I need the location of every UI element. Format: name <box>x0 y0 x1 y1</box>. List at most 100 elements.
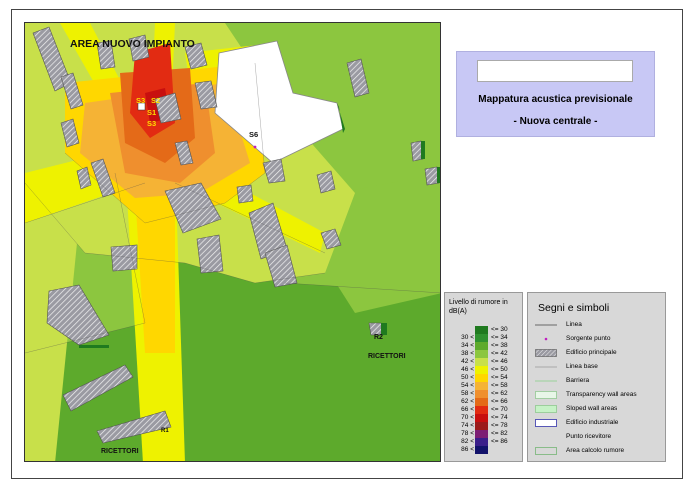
noise-scale-row: 74 < <= 78 <box>445 422 524 430</box>
noise-scale-lower-bound: 50 < <box>461 374 474 381</box>
noise-scale-swatch <box>475 430 488 438</box>
receivers-label-east: RICETTORI <box>368 353 406 360</box>
base-line-icon <box>535 363 557 371</box>
noise-scale-row: <= 30 <box>445 326 524 334</box>
noise-scale-swatch <box>475 326 488 334</box>
noise-scale-lower-bound: 38 < <box>461 350 474 357</box>
noise-scale-upper-bound: <= 66 <box>491 398 508 405</box>
noise-scale-upper-bound: <= 74 <box>491 414 508 421</box>
noise-scale-lower-bound: 58 < <box>461 390 474 397</box>
symbol-row: Edificio industriale <box>535 417 665 429</box>
noise-scale-lower-bound: 62 < <box>461 398 474 405</box>
noise-scale-lower-bound: 86 < <box>461 446 474 453</box>
noise-scale-swatch <box>475 374 488 382</box>
title-box: Mappatura acustica previsionale - Nuova … <box>456 51 655 137</box>
noise-scale-row: 78 < <= 82 <box>445 430 524 438</box>
noise-scale-lower-bound: 54 < <box>461 382 474 389</box>
calculation-area-icon <box>535 447 557 455</box>
symbol-label: Area calcolo rumore <box>566 447 625 454</box>
title-blank-field <box>477 60 633 82</box>
industrial-building-icon <box>535 419 557 427</box>
noise-map: AREA NUOVO IMPIANTO S3 S2 S1 S3 S6 R2 RI… <box>24 22 441 462</box>
noise-scale-swatch <box>475 342 488 350</box>
noise-scale-row: 58 < <= 62 <box>445 390 524 398</box>
receiver-label-r2: R2 <box>374 334 383 341</box>
noise-scale-row: 42 < <= 46 <box>445 358 524 366</box>
receiver-point-icon <box>535 433 557 441</box>
noise-scale-swatch <box>475 334 488 342</box>
line-icon <box>535 321 557 329</box>
noise-scale-lower-bound: 70 < <box>461 414 474 421</box>
noise-scale-upper-bound: <= 50 <box>491 366 508 373</box>
source-label-s2: S2 <box>151 96 161 105</box>
noise-scale-swatch <box>475 398 488 406</box>
noise-scale-lower-bound: 34 < <box>461 342 474 349</box>
noise-scale-swatch <box>475 358 488 366</box>
noise-scale-row: 62 < <= 66 <box>445 398 524 406</box>
area-label: AREA NUOVO IMPIANTO <box>70 38 195 50</box>
symbol-label: Sorgente punto <box>566 335 611 342</box>
source-label-s1: S1 <box>147 108 157 117</box>
noise-scale-row: 30 < <= 34 <box>445 334 524 342</box>
noise-scale-lower-bound: 78 < <box>461 430 474 437</box>
noise-scale-swatch <box>475 382 488 390</box>
noise-scale-upper-bound: <= 78 <box>491 422 508 429</box>
noise-scale-row: 66 < <= 70 <box>445 406 524 414</box>
noise-scale-row: 38 < <= 42 <box>445 350 524 358</box>
symbol-row: Edificio principale <box>535 347 665 359</box>
noise-scale-upper-bound: <= 42 <box>491 350 508 357</box>
point-source-marker <box>253 145 257 149</box>
noise-scale-lower-bound: 82 < <box>461 438 474 445</box>
receiver-label-r1: R1 <box>161 428 169 434</box>
noise-scale-swatch <box>475 414 488 422</box>
source-label-s6: S6 <box>249 130 259 139</box>
noise-scale-swatch <box>475 438 488 446</box>
symbol-label: Linea base <box>566 363 598 370</box>
noise-scale-swatch <box>475 390 488 398</box>
noise-scale-upper-bound: <= 82 <box>491 430 508 437</box>
noise-scale-swatch <box>475 366 488 374</box>
symbol-label: Barriera <box>566 377 590 384</box>
noise-scale-swatch <box>475 350 488 358</box>
noise-scale-row: 86 < <box>445 446 524 454</box>
symbol-label: Linea <box>566 321 582 328</box>
symbol-label: Sloped wall areas <box>566 405 618 412</box>
transparency-wall-icon <box>535 391 557 399</box>
noise-scale-swatch <box>475 422 488 430</box>
symbol-label: Punto ricevitore <box>566 433 612 440</box>
symbol-row: Barriera <box>535 375 665 387</box>
noise-scale-lower-bound: 74 < <box>461 422 474 429</box>
noise-scale-lower-bound: 66 < <box>461 406 474 413</box>
map-subtitle: - Nuova centrale - <box>513 116 598 127</box>
symbol-row: Sorgente punto <box>535 333 665 345</box>
symbol-row: Punto ricevitore <box>535 431 665 443</box>
symbols-legend: Segni e simboli Linea Sorgente punto Edifi… <box>527 292 666 462</box>
barrier-icon <box>535 377 557 385</box>
noise-scale-lower-bound: 42 < <box>461 358 474 365</box>
symbol-row: Area calcolo rumore <box>535 445 665 457</box>
symbol-label: Edificio industriale <box>566 419 619 426</box>
hatched-building-icon <box>535 349 557 357</box>
noise-scale-row: 46 < <= 50 <box>445 366 524 374</box>
source-label-s3b: S3 <box>147 119 157 128</box>
noise-scale-upper-bound: <= 34 <box>491 334 508 341</box>
symbol-label: Edificio principale <box>566 349 617 356</box>
noise-scale-upper-bound: <= 62 <box>491 390 508 397</box>
noise-scale-swatch <box>475 446 488 454</box>
noise-scale-row: 82 < <= 86 <box>445 438 524 446</box>
symbol-row: Transparency wall areas <box>535 389 665 401</box>
noise-scale-row: 70 < <= 74 <box>445 414 524 422</box>
noise-scale-row: 50 < <= 54 <box>445 374 524 382</box>
noise-scale-row: 54 < <= 58 <box>445 382 524 390</box>
noise-scale-lower-bound: 46 < <box>461 366 474 373</box>
symbol-row: Linea <box>535 319 665 331</box>
symbols-title: Segni e simboli <box>538 302 610 314</box>
noise-map-graphic <box>25 23 440 461</box>
noise-scale-upper-bound: <= 70 <box>491 406 508 413</box>
receivers-label-south: RICETTORI <box>101 448 139 455</box>
noise-scale-upper-bound: <= 86 <box>491 438 508 445</box>
noise-scale-upper-bound: <= 54 <box>491 374 508 381</box>
noise-scale-upper-bound: <= 46 <box>491 358 508 365</box>
noise-scale-row: 34 < <= 38 <box>445 342 524 350</box>
noise-scale-legend: Livello di rumore in dB(A) <= 30 30 < <= 3… <box>444 292 523 462</box>
